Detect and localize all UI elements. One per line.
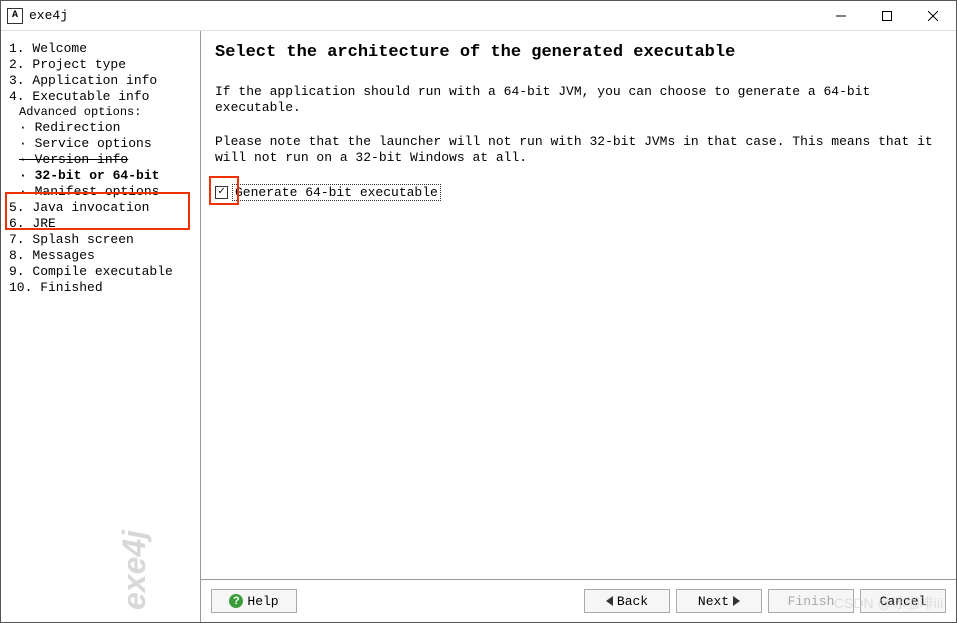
finish-button-label: Finish xyxy=(788,594,835,609)
footer: ? Help Back Next Finish Cancel xyxy=(201,580,956,622)
checkbox-row: ✓ Generate 64-bit executable xyxy=(215,184,942,201)
back-button-label: Back xyxy=(617,594,648,609)
body-area: 1. Welcome 2. Project type 3. Applicatio… xyxy=(1,31,956,622)
help-icon: ? xyxy=(229,594,243,608)
triangle-left-icon xyxy=(606,596,613,606)
next-button-label: Next xyxy=(698,594,729,609)
description-paragraph-2: Please note that the launcher will not r… xyxy=(215,134,942,166)
nav-application-info[interactable]: 3. Application info xyxy=(7,73,200,89)
help-button[interactable]: ? Help xyxy=(211,589,297,613)
close-button[interactable] xyxy=(910,1,956,30)
generate-64bit-label[interactable]: Generate 64-bit executable xyxy=(232,184,441,201)
minimize-icon xyxy=(836,11,846,21)
sidebar-logo: exe4j xyxy=(116,530,153,610)
nav-redirection[interactable]: · Redirection xyxy=(7,120,200,136)
nav-splash-screen[interactable]: 7. Splash screen xyxy=(7,232,200,248)
triangle-right-icon xyxy=(733,596,740,606)
nav-java-invocation[interactable]: 5. Java invocation xyxy=(7,200,200,216)
maximize-button[interactable] xyxy=(864,1,910,30)
nav-welcome[interactable]: 1. Welcome xyxy=(7,41,200,57)
description-paragraph-1: If the application should run with a 64-… xyxy=(215,84,942,116)
close-icon xyxy=(928,11,938,21)
nav-compile-executable[interactable]: 9. Compile executable xyxy=(7,264,200,280)
main-content: Select the architecture of the generated… xyxy=(201,31,956,580)
nav-service-options[interactable]: · Service options xyxy=(7,136,200,152)
help-button-label: Help xyxy=(247,594,278,609)
nav-finished[interactable]: 10. Finished xyxy=(7,280,200,296)
nav-manifest-options[interactable]: · Manifest options xyxy=(7,184,200,200)
sidebar: 1. Welcome 2. Project type 3. Applicatio… xyxy=(1,31,201,622)
nav-advanced-header: Advanced options: xyxy=(7,105,200,120)
titlebar: A exe4j xyxy=(1,1,956,31)
app-window: A exe4j 1. Welcome 2. Project type 3. Ap… xyxy=(0,0,957,623)
next-button[interactable]: Next xyxy=(676,589,762,613)
nav-project-type[interactable]: 2. Project type xyxy=(7,57,200,73)
finish-button: Finish xyxy=(768,589,854,613)
minimize-button[interactable] xyxy=(818,1,864,30)
window-controls xyxy=(818,1,956,30)
nav-executable-info[interactable]: 4. Executable info xyxy=(7,89,200,105)
maximize-icon xyxy=(882,11,892,21)
generate-64bit-checkbox[interactable]: ✓ xyxy=(215,186,228,199)
nav-version-info[interactable]: · Version info xyxy=(7,152,200,168)
nav-messages[interactable]: 8. Messages xyxy=(7,248,200,264)
cancel-button[interactable]: Cancel xyxy=(860,589,946,613)
window-title: exe4j xyxy=(29,8,818,23)
back-button[interactable]: Back xyxy=(584,589,670,613)
app-icon: A xyxy=(7,8,23,24)
nav-32-64-bit[interactable]: · 32-bit or 64-bit xyxy=(7,168,200,184)
cancel-button-label: Cancel xyxy=(880,594,927,609)
main: Select the architecture of the generated… xyxy=(201,31,956,622)
page-heading: Select the architecture of the generated… xyxy=(215,43,942,62)
nav-jre[interactable]: 6. JRE xyxy=(7,216,200,232)
